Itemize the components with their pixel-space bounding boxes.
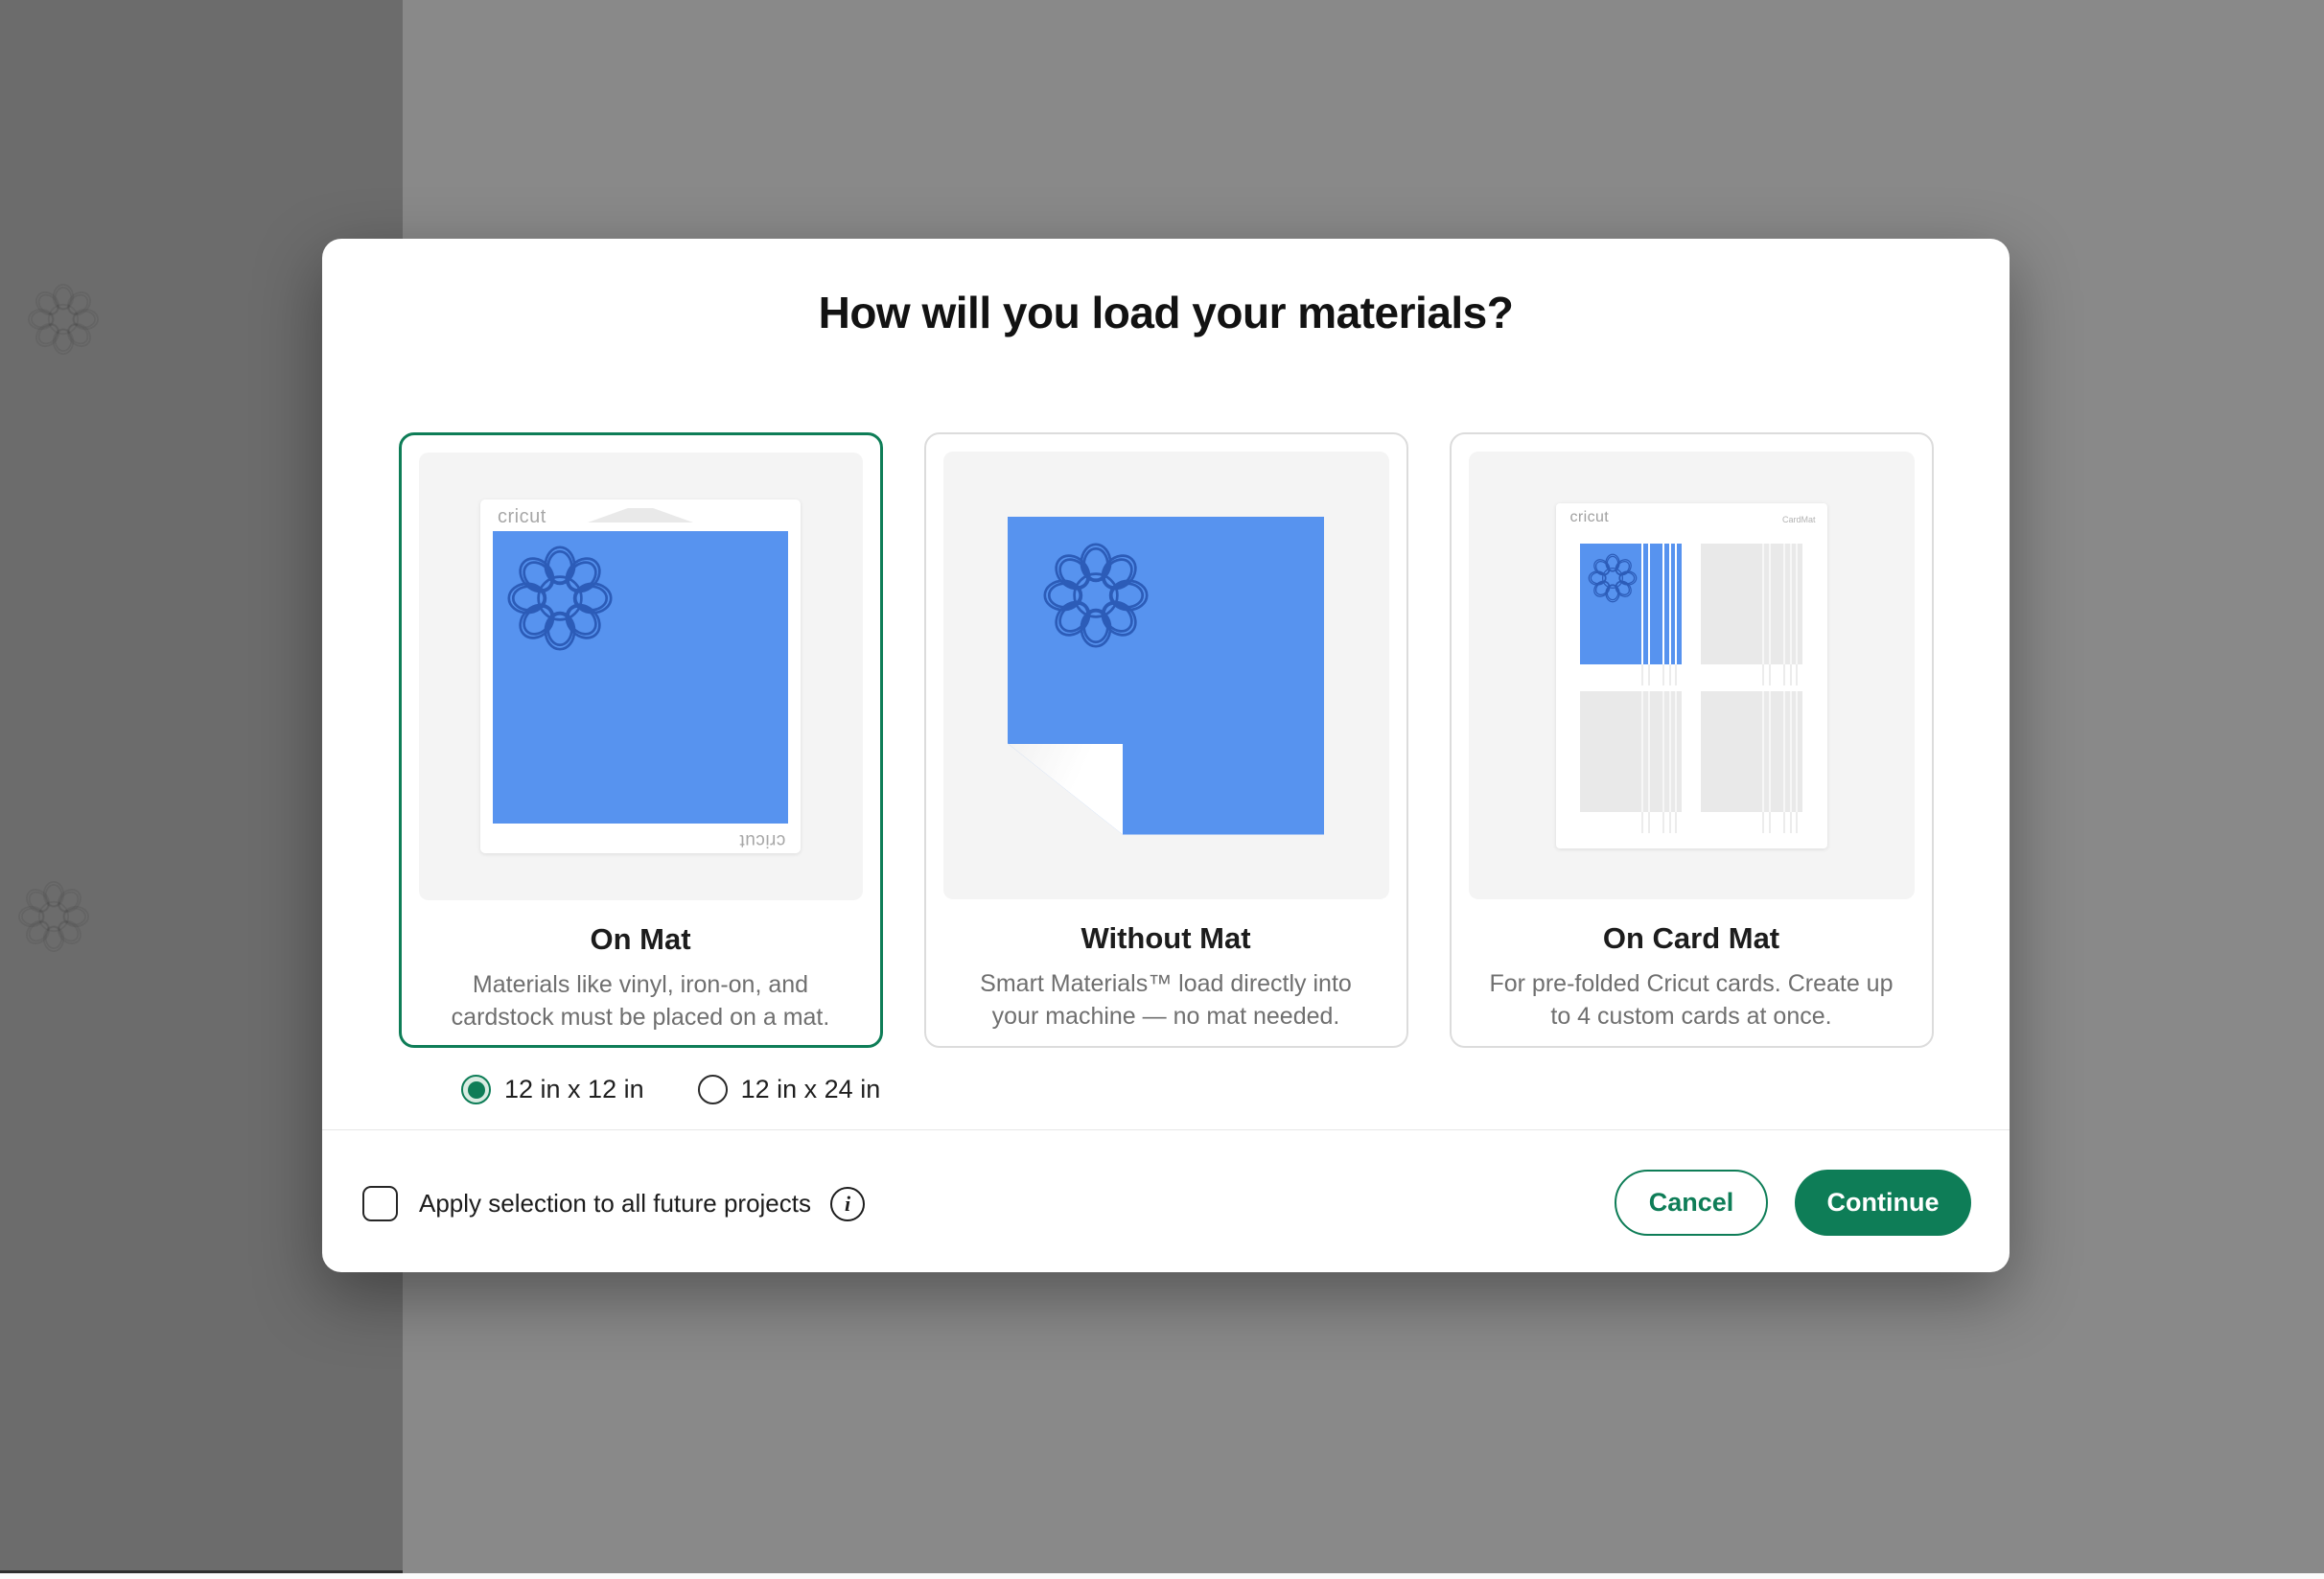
apply-selection-checkbox[interactable]: [362, 1186, 398, 1221]
footer-divider: [322, 1129, 2010, 1130]
card-slot-with-material: [1580, 544, 1682, 664]
load-type-options: cricut cricut On Mat Materials like viny…: [322, 432, 2010, 1048]
radio-button-selected-icon[interactable]: [461, 1075, 491, 1104]
card-mat-illustration: cricut CardMat: [1469, 452, 1915, 899]
option-title: On Mat: [402, 922, 880, 957]
option-description: Materials like vinyl, iron-on, and cards…: [429, 968, 852, 1033]
cricut-logo: cricut: [498, 506, 546, 528]
material-on-mat: [493, 531, 788, 824]
flower-cut-outline-icon: [1588, 553, 1638, 603]
flower-cut-outline-icon: [506, 545, 614, 652]
continue-button[interactable]: Continue: [1795, 1170, 1971, 1236]
info-icon[interactable]: i: [830, 1187, 865, 1221]
card-slot-empty: [1701, 544, 1802, 664]
cricut-logo: cricut: [1570, 509, 1610, 526]
window-bottom-strip: [0, 1573, 2324, 1579]
radio-label: 12 in x 12 in: [504, 1075, 644, 1104]
option-title: On Card Mat: [1452, 921, 1932, 956]
page-title: How will you load your materials?: [322, 287, 2010, 338]
option-title: Without Mat: [926, 921, 1406, 956]
without-mat-illustration: [943, 452, 1389, 899]
card-slot-empty: [1580, 691, 1682, 812]
cricut-logo-flipped: cricut: [739, 829, 785, 850]
apply-selection-row: Apply selection to all future projects i: [362, 1186, 865, 1221]
apply-selection-label: Apply selection to all future projects: [419, 1189, 811, 1219]
load-materials-dialog: How will you load your materials? cricut…: [322, 239, 2010, 1272]
radio-label: 12 in x 24 in: [741, 1075, 881, 1104]
mat-size-radio-group: 12 in x 12 in 12 in x 24 in: [461, 1075, 880, 1104]
canvas-flower-outline-icon: [27, 283, 100, 356]
option-card-on-mat[interactable]: cricut cricut On Mat Materials like viny…: [399, 432, 883, 1048]
card-slot-empty: [1701, 691, 1802, 812]
folded-corner: [1008, 744, 1123, 835]
flower-cut-outline-icon: [1042, 542, 1150, 649]
radio-12x24[interactable]: 12 in x 24 in: [698, 1075, 881, 1104]
mat-notch: [588, 508, 693, 522]
on-mat-illustration: cricut cricut: [419, 453, 863, 900]
option-card-on-card-mat[interactable]: cricut CardMat On Card Mat For pre-folde…: [1450, 432, 1934, 1048]
cancel-button[interactable]: Cancel: [1615, 1170, 1768, 1236]
option-card-without-mat[interactable]: Without Mat Smart Materials™ load direct…: [924, 432, 1408, 1048]
option-description: For pre-folded Cricut cards. Create up t…: [1479, 967, 1903, 1033]
radio-12x12[interactable]: 12 in x 12 in: [461, 1075, 644, 1104]
radio-button-unselected-icon[interactable]: [698, 1075, 728, 1104]
card-mat-label: CardMat: [1782, 515, 1816, 524]
option-description: Smart Materials™ load directly into your…: [954, 967, 1378, 1033]
canvas-flower-outline-icon: [17, 880, 90, 953]
